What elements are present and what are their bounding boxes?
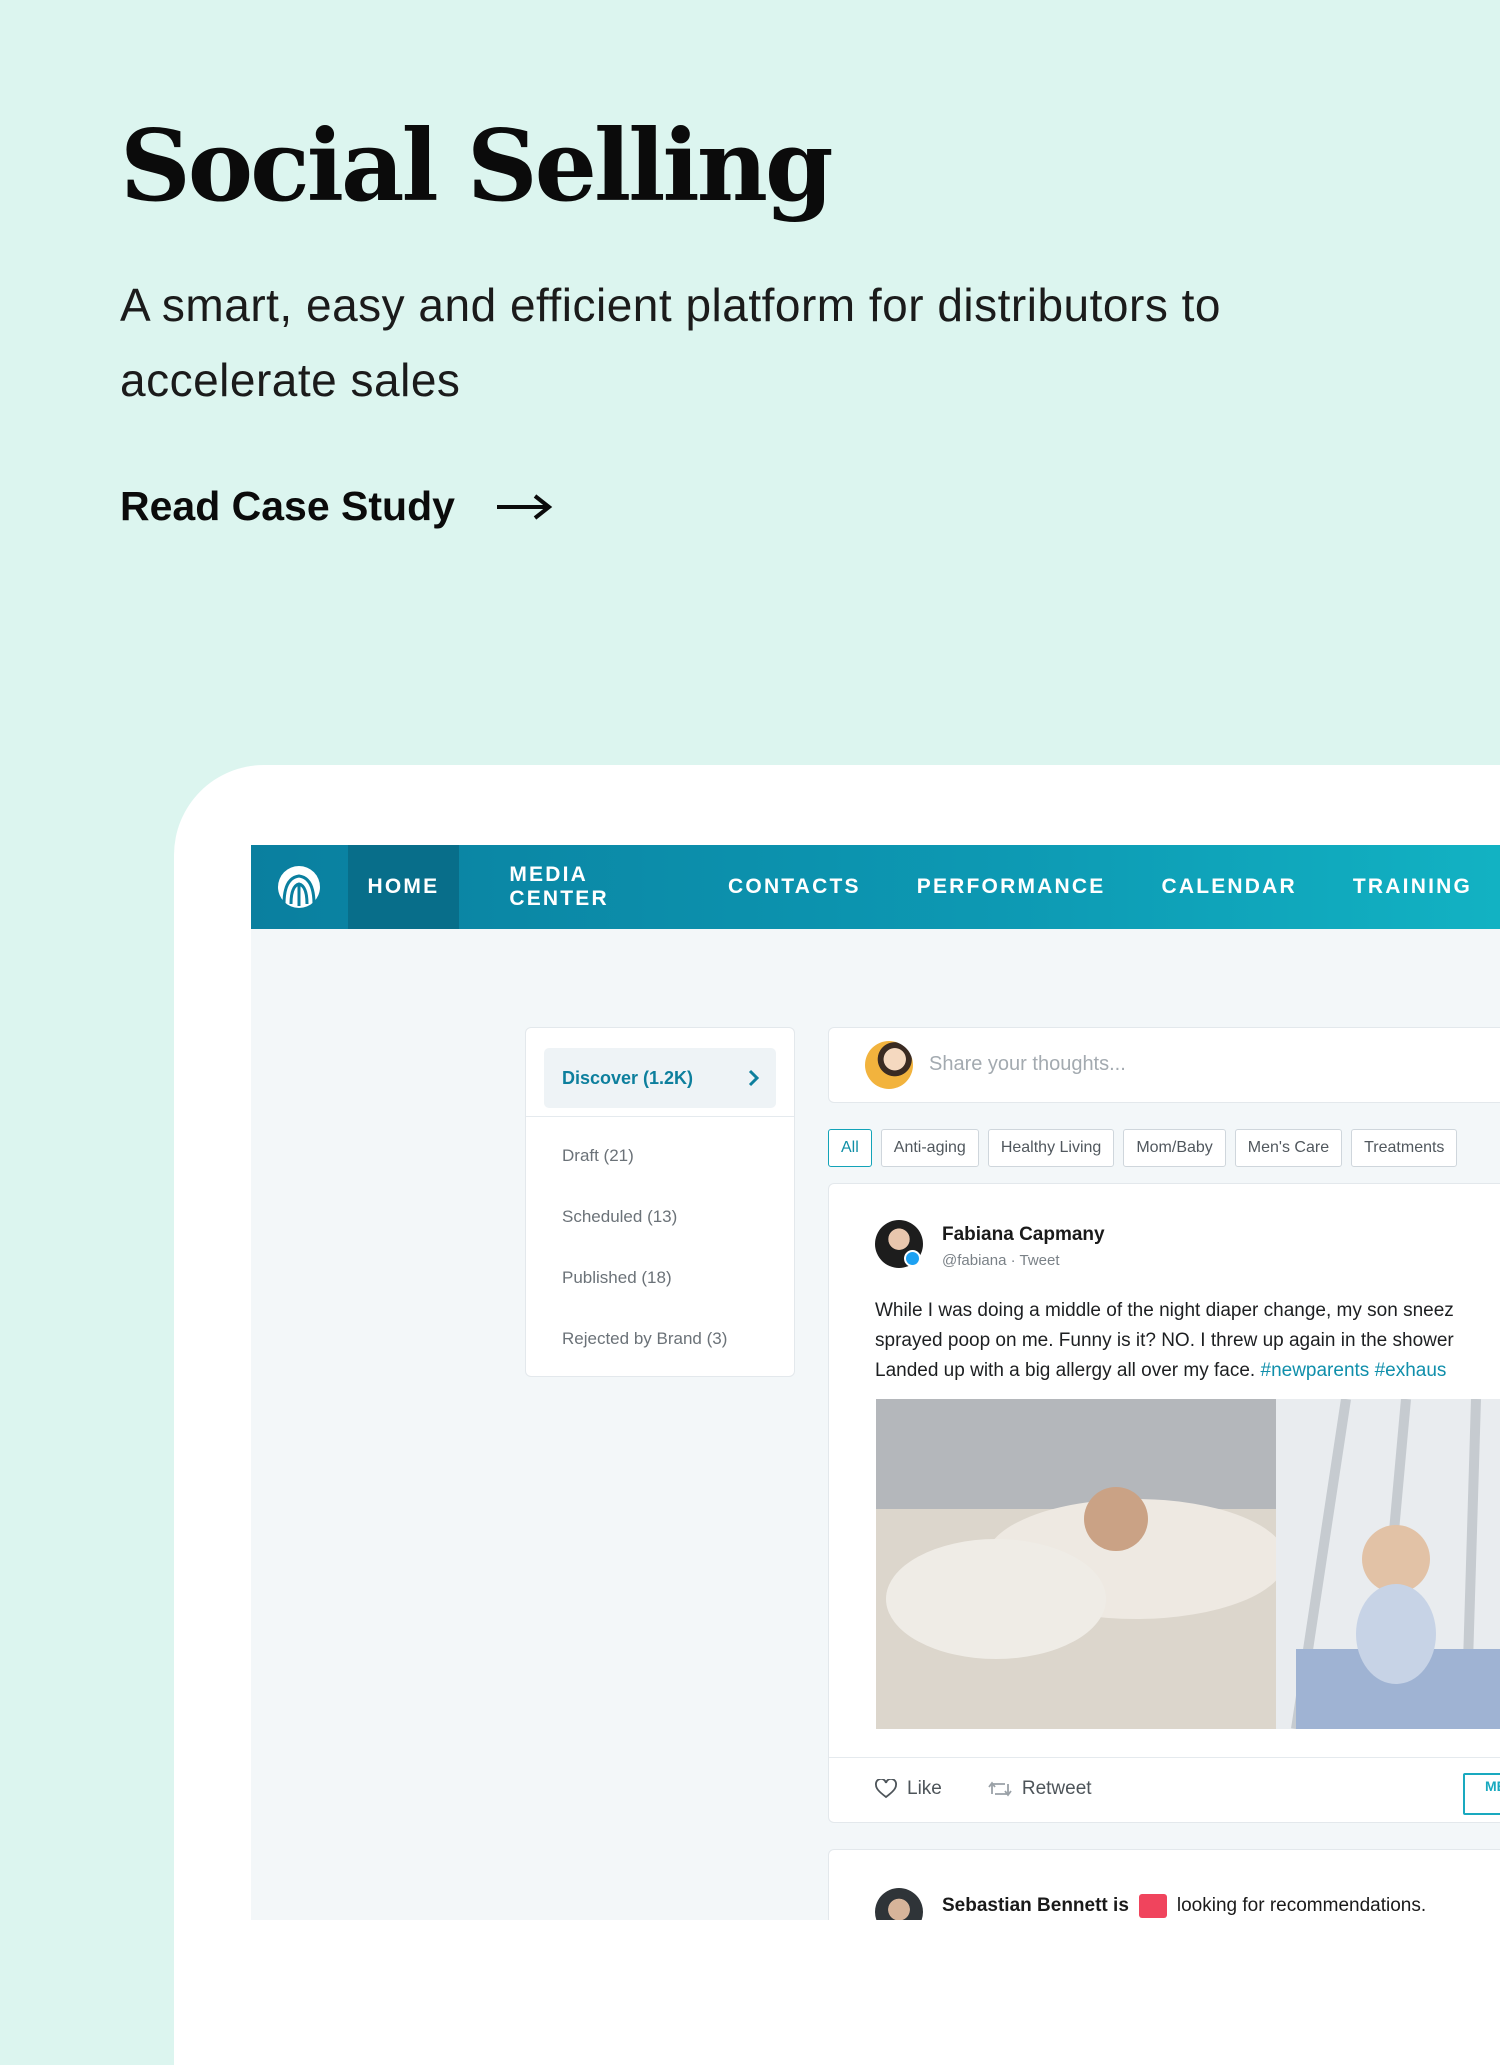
sidebar-item-scheduled[interactable]: Scheduled (13) xyxy=(562,1207,727,1268)
post-handle: @fabiana · Tweet xyxy=(942,1252,1060,1269)
nav-training[interactable]: TRAINING xyxy=(1325,845,1500,929)
post-headline: Sebastian Bennett is looking for recomme… xyxy=(942,1894,1426,1918)
post-actions: Like Retweet xyxy=(875,1778,1138,1800)
filter-treatments[interactable]: Treatments xyxy=(1351,1129,1458,1167)
more-button[interactable]: ME E xyxy=(1463,1773,1500,1815)
post-author[interactable]: Fabiana Capmany xyxy=(942,1224,1105,1246)
post-hashtags[interactable]: #newparents #exhaus xyxy=(1261,1360,1447,1381)
discover-label: Discover (1.2K) xyxy=(562,1067,694,1088)
category-filters: All Anti-aging Healthy Living Mom/Baby M… xyxy=(828,1129,1466,1167)
post-line-2: sprayed poop on me. Funny is it? NO. I t… xyxy=(875,1330,1454,1351)
arrow-right-icon xyxy=(496,493,553,520)
post-author[interactable]: Sebastian Bennett is xyxy=(942,1895,1129,1917)
hero-title: Social Selling xyxy=(120,109,833,224)
feed-post: Sebastian Bennett is looking for recomme… xyxy=(828,1849,1500,1920)
read-case-study-link[interactable]: Read Case Study xyxy=(120,483,553,530)
sidebar-list: Draft (21) Scheduled (13) Published (18)… xyxy=(562,1146,727,1390)
post-line-3: Landed up with a big allergy all over my… xyxy=(875,1360,1256,1381)
retweet-icon xyxy=(988,1781,1012,1797)
content-sidebar: Discover (1.2K) Draft (21) Scheduled (13… xyxy=(525,1027,795,1377)
feed-post: Fabiana Capmany @fabiana · Tweet While I… xyxy=(828,1183,1500,1823)
like-button[interactable]: Like xyxy=(875,1778,942,1800)
like-label: Like xyxy=(907,1778,942,1799)
recommendation-icon xyxy=(1138,1894,1167,1918)
filter-mens-care[interactable]: Men's Care xyxy=(1234,1129,1343,1167)
post-line-1: While I was doing a middle of the night … xyxy=(875,1300,1454,1321)
cta-label: Read Case Study xyxy=(120,483,455,529)
heart-icon xyxy=(875,1779,897,1799)
retweet-button[interactable]: Retweet xyxy=(988,1778,1092,1800)
sidebar-item-draft[interactable]: Draft (21) xyxy=(562,1146,727,1207)
retweet-label: Retweet xyxy=(1021,1778,1092,1799)
sidebar-item-rejected[interactable]: Rejected by Brand (3) xyxy=(562,1329,727,1390)
sidebar-item-discover[interactable]: Discover (1.2K) xyxy=(544,1048,776,1108)
avatar xyxy=(865,1041,913,1089)
post-composer[interactable]: Share your thoughts... xyxy=(828,1027,1500,1103)
nav-performance[interactable]: PERFORMANCE xyxy=(889,845,1134,929)
filter-healthy-living[interactable]: Healthy Living xyxy=(987,1129,1115,1167)
brand-logo-icon[interactable] xyxy=(251,845,348,929)
nav-media-center[interactable]: MEDIA CENTER xyxy=(481,845,700,929)
nav-home[interactable]: HOME xyxy=(347,845,460,929)
chevron-right-icon xyxy=(748,1069,760,1087)
avatar[interactable] xyxy=(875,1888,923,1920)
post-photo[interactable] xyxy=(876,1398,1500,1730)
top-navigation: HOME MEDIA CENTER CONTACTS PERFORMANCE C… xyxy=(251,845,1500,929)
divider xyxy=(829,1757,1500,1758)
filter-all[interactable]: All xyxy=(828,1129,872,1167)
composer-placeholder: Share your thoughts... xyxy=(929,1053,1126,1075)
twitter-icon xyxy=(904,1250,921,1267)
nav-contacts[interactable]: CONTACTS xyxy=(700,845,889,929)
hero-subtitle: A smart, easy and efficient platform for… xyxy=(120,279,1221,406)
post-body: While I was doing a middle of the night … xyxy=(875,1296,1500,1386)
divider xyxy=(526,1116,794,1117)
filter-mom-baby[interactable]: Mom/Baby xyxy=(1123,1129,1226,1167)
filter-anti-aging[interactable]: Anti-aging xyxy=(880,1129,979,1167)
nav-calendar[interactable]: CALENDAR xyxy=(1133,845,1324,929)
post-activity: looking for recommendations. xyxy=(1176,1895,1427,1916)
app-screen: HOME MEDIA CENTER CONTACTS PERFORMANCE C… xyxy=(251,845,1500,1920)
sidebar-item-published[interactable]: Published (18) xyxy=(562,1268,727,1329)
